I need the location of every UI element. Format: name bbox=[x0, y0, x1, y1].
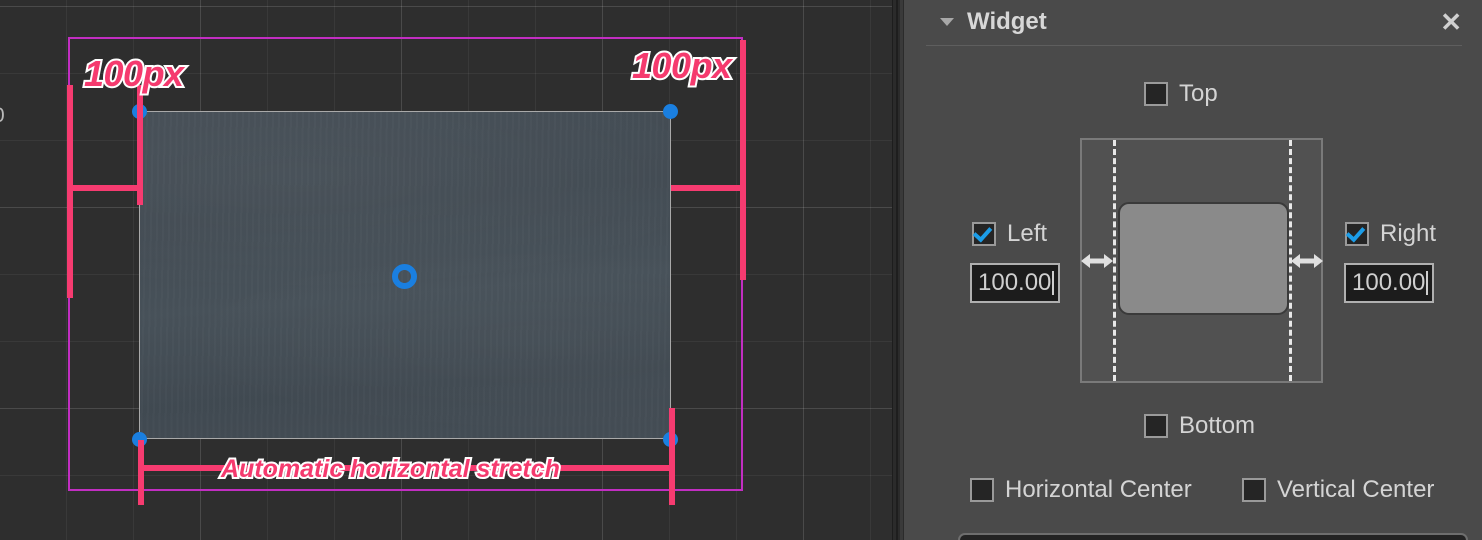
checkbox-top[interactable] bbox=[1144, 82, 1168, 106]
checkbox-label-bottom: Bottom bbox=[1179, 412, 1256, 439]
resize-handle-top-right[interactable] bbox=[663, 104, 678, 119]
checkbox-horizontal-center[interactable] bbox=[970, 478, 994, 502]
checkbox-row-vertical-center[interactable]: Vertical Center bbox=[1242, 476, 1434, 504]
right-margin-value: 100.00 bbox=[1352, 269, 1426, 296]
checkbox-left[interactable] bbox=[972, 222, 996, 246]
application-window: 0 100px 100px Automatic horizontal stret… bbox=[0, 0, 1482, 540]
close-icon[interactable]: ✕ bbox=[1440, 9, 1462, 35]
left-margin-input[interactable]: 100.00 bbox=[970, 263, 1060, 303]
anchor-preview-widget bbox=[1118, 202, 1289, 315]
annotation-left-widget-edge-top bbox=[137, 85, 143, 205]
anchor-guide-left bbox=[1113, 140, 1116, 381]
checkbox-row-top[interactable]: Top bbox=[1144, 80, 1218, 108]
annotation-label-stretch: Automatic horizontal stretch bbox=[219, 453, 562, 485]
checkbox-label-top: Top bbox=[1179, 80, 1218, 107]
annotation-label-left-margin: 100px bbox=[82, 51, 186, 96]
checkbox-row-bottom[interactable]: Bottom bbox=[1144, 412, 1255, 440]
checkbox-vertical-center[interactable] bbox=[1242, 478, 1266, 502]
checkbox-row-left[interactable]: Left bbox=[972, 220, 1047, 248]
annotation-stretch-right-post bbox=[669, 408, 675, 505]
annotation-right-tick bbox=[671, 185, 746, 191]
checkbox-label-right: Right bbox=[1380, 220, 1437, 247]
ruler-tick-label: 0 bbox=[0, 104, 5, 128]
annotation-right-vertical bbox=[740, 40, 746, 280]
checkbox-row-horizontal-center[interactable]: Horizontal Center bbox=[970, 476, 1192, 504]
right-margin-input[interactable]: 100.00 bbox=[1344, 263, 1434, 303]
checkbox-bottom[interactable] bbox=[1144, 414, 1168, 438]
checkbox-right[interactable] bbox=[1345, 222, 1369, 246]
annotation-stretch-left-post bbox=[138, 440, 144, 505]
arrows-left-right-icon-left bbox=[1081, 254, 1113, 268]
panel-title: Widget bbox=[967, 8, 1047, 35]
arrows-left-right-icon-right bbox=[1291, 254, 1323, 268]
design-canvas[interactable]: 0 100px 100px Automatic horizontal stret… bbox=[0, 0, 893, 540]
anchor-preview-diagram bbox=[1080, 138, 1323, 383]
checkbox-label-left: Left bbox=[1007, 220, 1048, 247]
annotation-left-vertical bbox=[67, 85, 73, 298]
pivot-handle[interactable] bbox=[392, 264, 417, 289]
text-caret bbox=[1052, 271, 1055, 295]
annotation-label-right-margin: 100px bbox=[630, 43, 734, 88]
chevron-down-icon[interactable] bbox=[940, 18, 954, 26]
panel-header: Widget ✕ bbox=[904, 0, 1482, 47]
checkbox-label-horizontal-center: Horizontal Center bbox=[1005, 476, 1192, 503]
panel-divider[interactable] bbox=[893, 0, 904, 540]
panel-header-divider bbox=[926, 45, 1462, 46]
bottom-partial-input[interactable] bbox=[958, 533, 1468, 540]
left-margin-value: 100.00 bbox=[978, 269, 1052, 296]
checkbox-label-vertical-center: Vertical Center bbox=[1277, 476, 1435, 503]
checkbox-row-right[interactable]: Right bbox=[1345, 220, 1436, 248]
divider-line-light bbox=[900, 0, 903, 540]
divider-line-dark bbox=[896, 0, 898, 540]
annotation-left-tick bbox=[67, 185, 140, 191]
text-caret bbox=[1426, 271, 1429, 295]
